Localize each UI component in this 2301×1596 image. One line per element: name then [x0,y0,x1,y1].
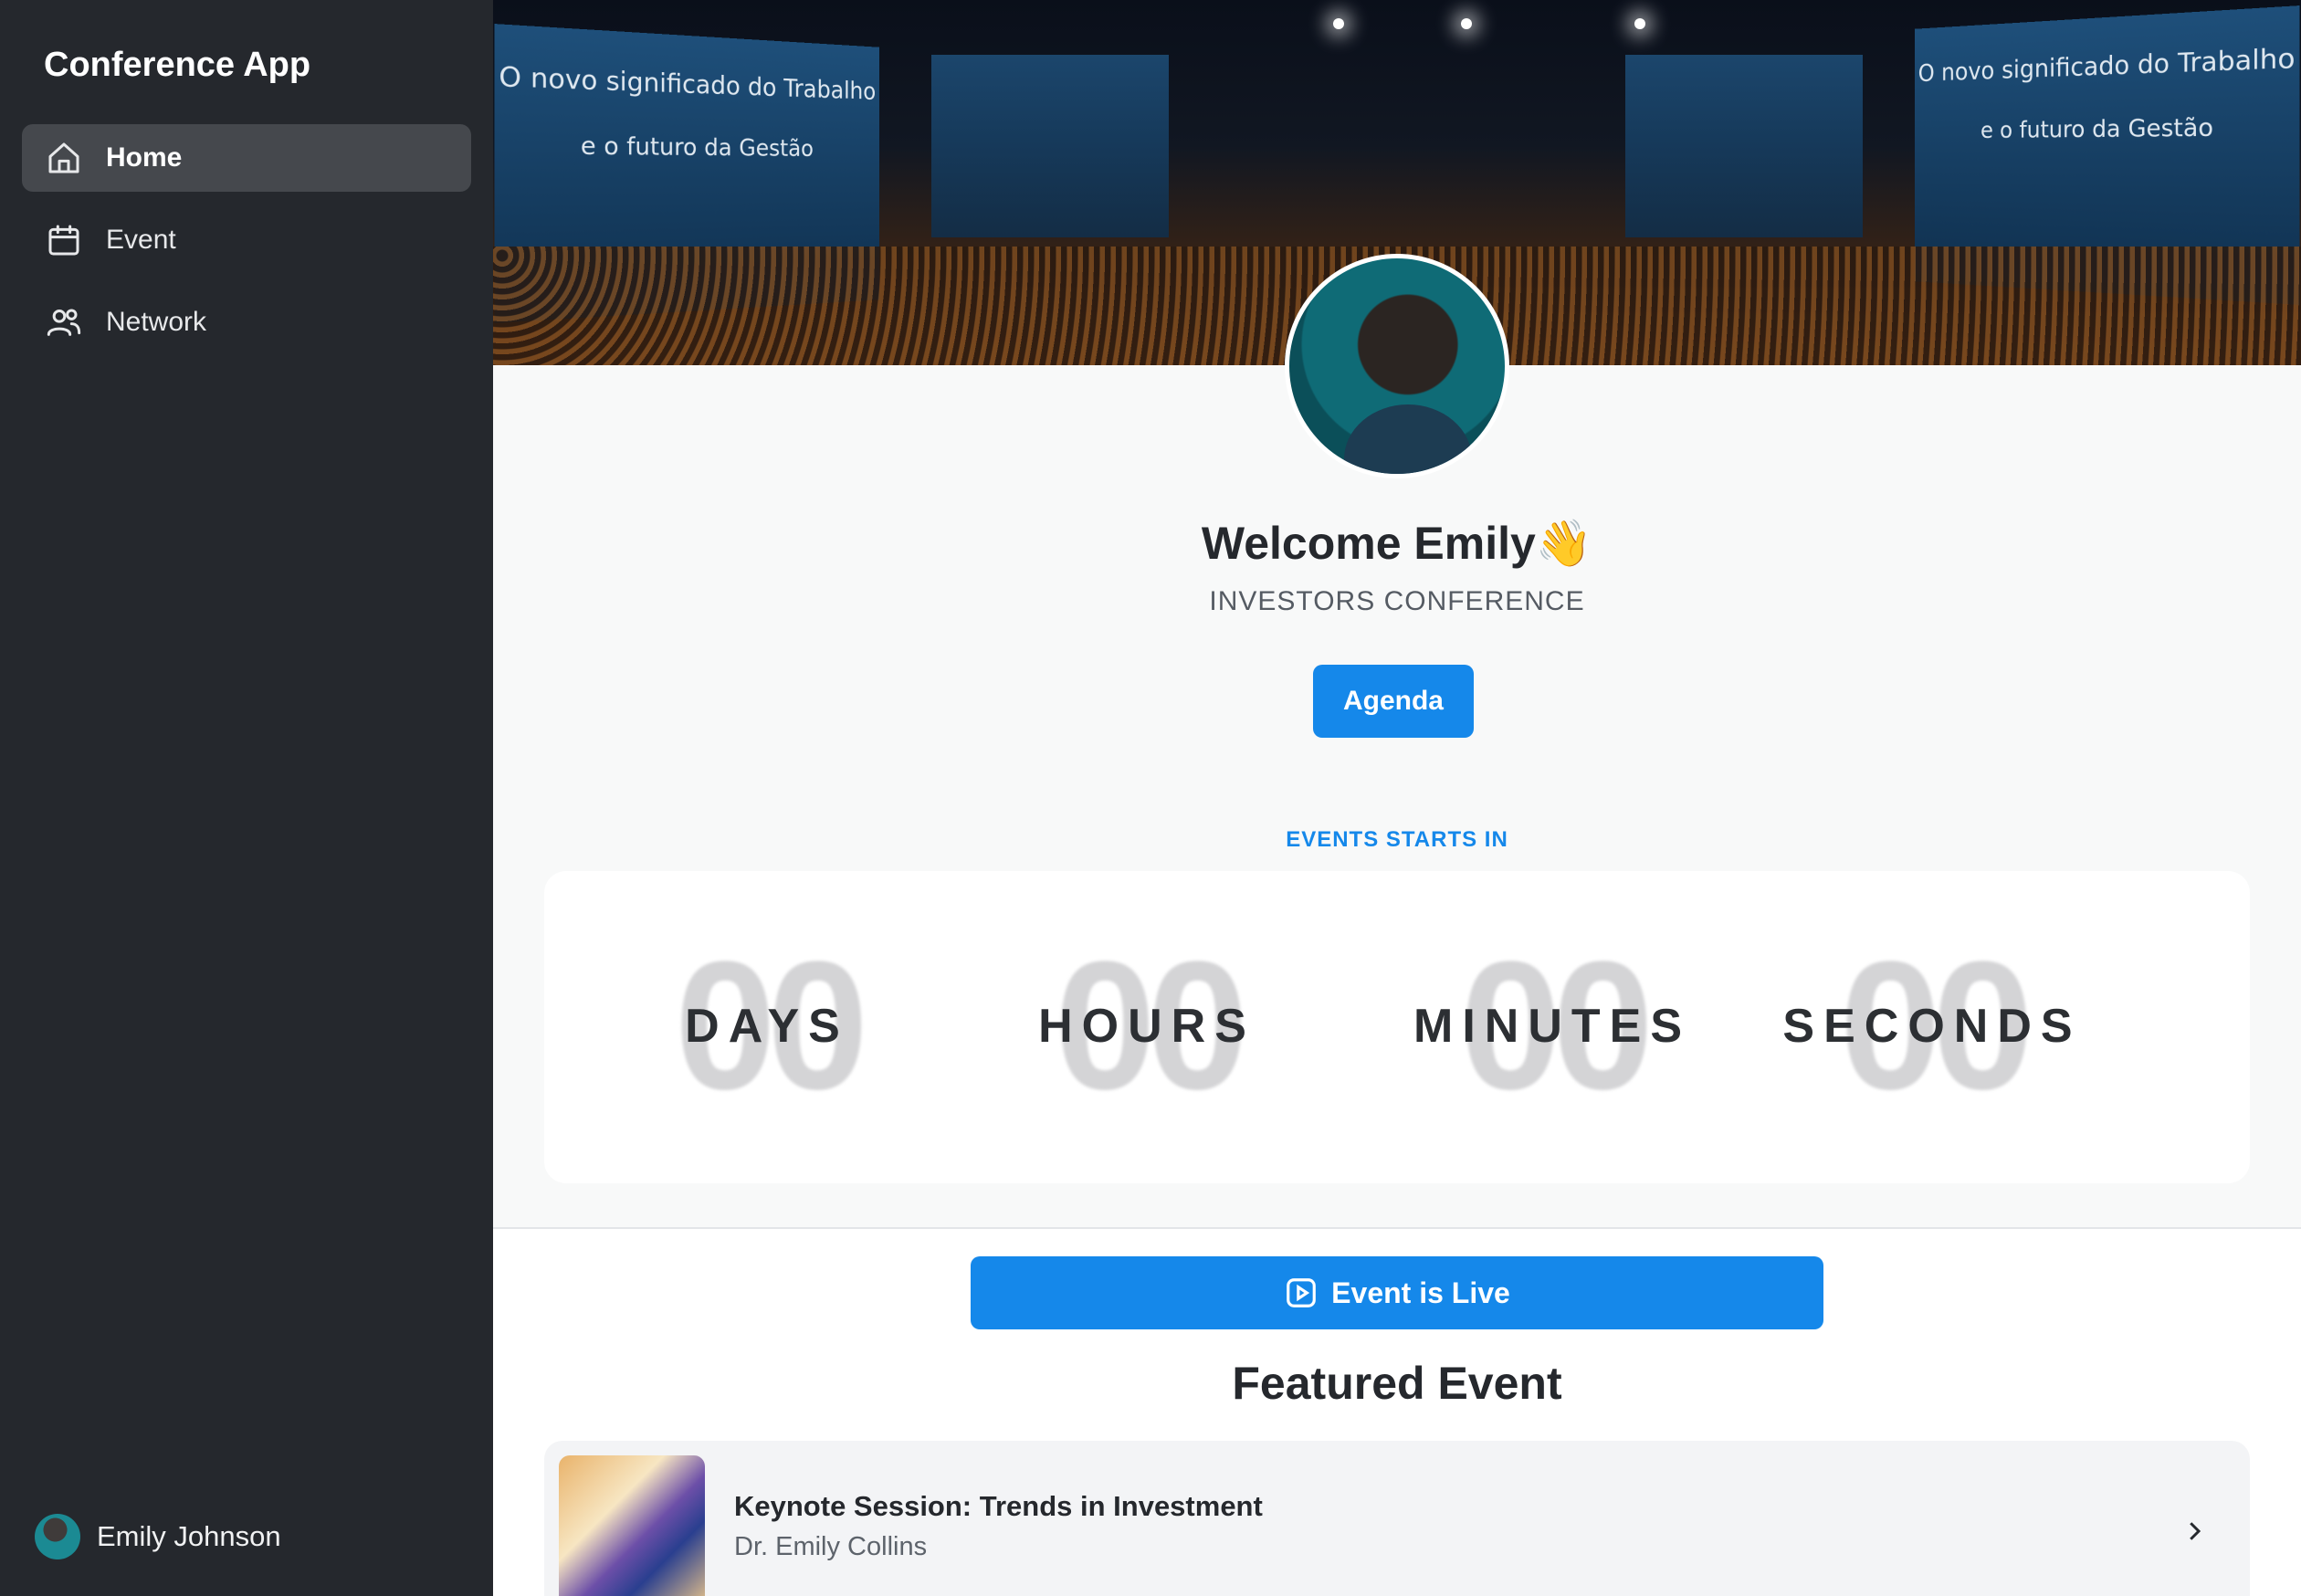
banner-text: O novo significado do Trabalho [1918,41,2296,88]
featured-event-card[interactable]: Keynote Session: Trends in Investment Dr… [544,1441,2250,1596]
stage-light [1461,18,1472,29]
avatar [35,1514,80,1559]
countdown-label: MINUTES [1413,1000,1691,1053]
event-thumbnail [559,1455,705,1596]
countdown-days: 00 DAYS [603,935,931,1118]
banner-screen-center-left [931,55,1169,237]
banner-text: e o futuro da Gestão [580,131,814,163]
sidebar-item-label: Event [106,225,176,255]
countdown-hours: 00 HOURS [982,935,1311,1118]
banner-screen-center-right [1625,55,1863,237]
sidebar-item-network[interactable]: Network [22,289,471,356]
sidebar-item-event[interactable]: Event [22,206,471,274]
stage-light [1333,18,1344,29]
play-icon [1287,1278,1317,1307]
welcome-heading: Welcome Emily👋 [1201,518,1593,569]
banner-text: O novo significado do Trabalho [499,59,877,106]
avatar-figure [1344,404,1472,474]
users-icon [47,309,81,336]
countdown-seconds: 00 SECONDS [1768,935,2096,1118]
sidebar: Conference App Home Event Network Emily … [0,0,493,1596]
agenda-button[interactable]: Agenda [1313,665,1474,738]
countdown-label: HOURS [1038,1000,1256,1053]
calendar-icon [48,225,79,256]
conference-name: INVESTORS CONFERENCE [1209,586,1585,616]
chevron-right-icon [2190,1522,2201,1540]
user-name: Emily Johnson [97,1520,281,1552]
countdown-panel: 00 DAYS 00 HOURS 00 MINUTES 00 SECONDS [544,871,2250,1183]
sidebar-item-home[interactable]: Home [22,124,471,192]
sidebar-item-label: Home [106,142,183,173]
app-title: Conference App [44,46,311,84]
countdown-label: DAYS [685,1000,849,1053]
sidebar-nav: Home Event Network [22,124,471,371]
event-live-label: Event is Live [1331,1276,1510,1309]
event-live-button[interactable]: Event is Live [971,1256,1823,1329]
home-icon [48,142,79,173]
countdown-heading: EVENTS STARTS IN [1286,827,1508,852]
main-content: O novo significado do Trabalho e o futur… [493,0,2301,1596]
featured-heading: Featured Event [1232,1358,1562,1409]
event-title: Keynote Session: Trends in Investment [734,1490,1263,1522]
user-profile[interactable]: Emily Johnson [35,1514,281,1559]
stage-light [1634,18,1645,29]
sidebar-item-label: Network [106,307,207,337]
profile-avatar [1285,254,1509,478]
banner-text: e o futuro da Gestão [1981,113,2214,144]
countdown-label: SECONDS [1782,1000,2082,1053]
countdown-minutes: 00 MINUTES [1388,935,1717,1118]
event-speaker: Dr. Emily Collins [734,1532,928,1561]
